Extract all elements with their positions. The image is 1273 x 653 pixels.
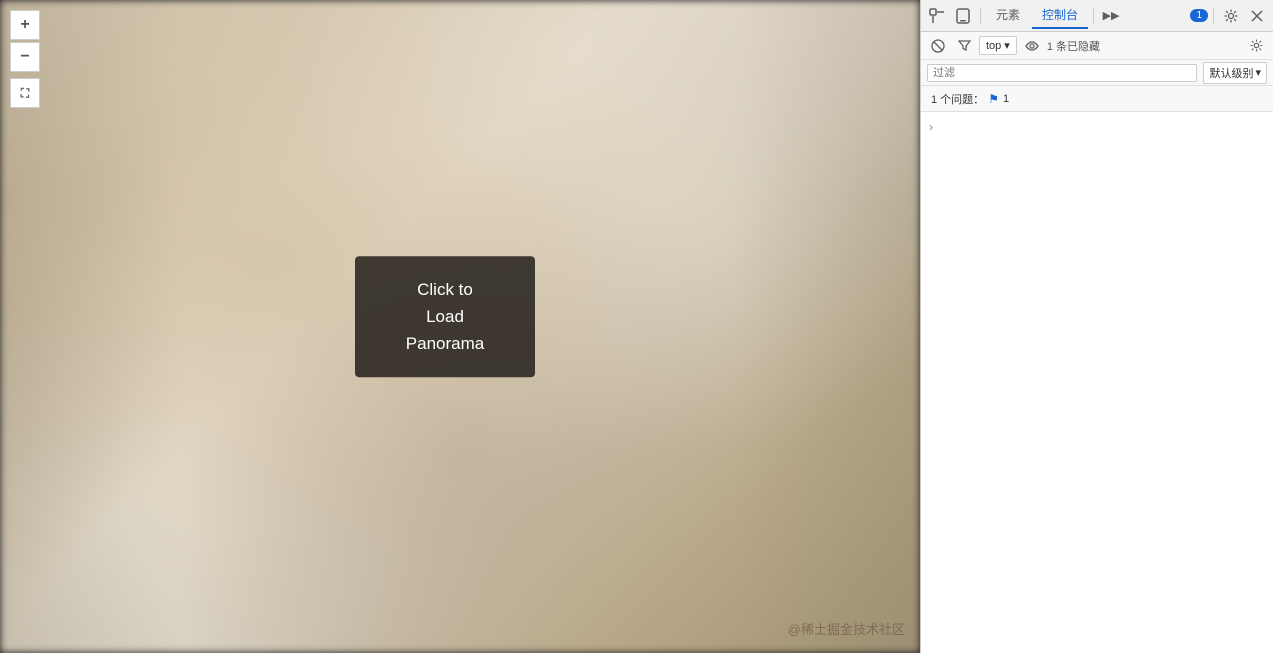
level-dropdown-arrow: ▾ (1255, 66, 1261, 79)
load-panorama-line1: Click to (417, 280, 473, 299)
devtools-console-toolbar: top ▾ 1 条已隐藏 (921, 32, 1273, 60)
zoom-out-button[interactable]: − (10, 42, 40, 72)
load-panorama-line3: Panorama (406, 334, 484, 353)
load-panorama-line2: Load (426, 307, 464, 326)
close-devtools-button[interactable] (1245, 4, 1269, 28)
toolbar-separator-2 (1093, 8, 1094, 24)
map-controls: + − ⛶ (10, 10, 40, 108)
eye-button[interactable] (1021, 35, 1043, 57)
filter-input[interactable] (927, 64, 1197, 82)
tab-console[interactable]: 控制台 (1032, 2, 1088, 29)
issues-label: 1 个问题： (931, 91, 984, 107)
settings-button[interactable] (1219, 4, 1243, 28)
toolbar-separator-1 (980, 8, 981, 24)
devtools-expand-arrow[interactable]: › (921, 116, 1273, 138)
issues-count: 1 (1003, 93, 1009, 105)
level-dropdown[interactable]: 默认级别 ▾ (1203, 62, 1267, 84)
panorama-viewer: + − ⛶ Click to Load Panorama @稀土掘金技术社区 (0, 0, 920, 653)
console-settings-button[interactable] (1245, 35, 1267, 57)
load-panorama-button[interactable]: Click to Load Panorama (355, 256, 535, 378)
console-filter-button[interactable] (953, 35, 975, 57)
devtools-console-area[interactable]: › (921, 112, 1273, 653)
zoom-in-button[interactable]: + (10, 10, 40, 40)
context-value: top (986, 40, 1001, 52)
console-badge: 1 (1190, 9, 1208, 22)
fullscreen-button[interactable]: ⛶ (10, 78, 40, 108)
more-tabs-button[interactable]: ▶▶ (1099, 4, 1123, 28)
hidden-count-label: 1 条已隐藏 (1047, 38, 1100, 54)
context-dropdown[interactable]: top ▾ (979, 36, 1017, 55)
devtools-filter-row: 默认级别 ▾ (921, 60, 1273, 86)
clear-console-button[interactable] (927, 35, 949, 57)
context-dropdown-arrow: ▾ (1004, 39, 1010, 52)
device-toolbar-button[interactable] (951, 4, 975, 28)
watermark: @稀土掘金技术社区 (788, 619, 905, 638)
level-label: 默认级别 (1209, 65, 1253, 81)
toolbar-separator-3 (1213, 8, 1214, 24)
issues-flag-icon: ⚑ (988, 92, 999, 106)
tab-elements[interactable]: 元素 (986, 2, 1030, 29)
inspect-element-button[interactable] (925, 4, 949, 28)
devtools-toolbar: 元素 控制台 ▶▶ 1 (921, 0, 1273, 32)
devtools-panel: 元素 控制台 ▶▶ 1 (920, 0, 1273, 653)
devtools-issues-bar: 1 个问题： ⚑ 1 (921, 86, 1273, 112)
